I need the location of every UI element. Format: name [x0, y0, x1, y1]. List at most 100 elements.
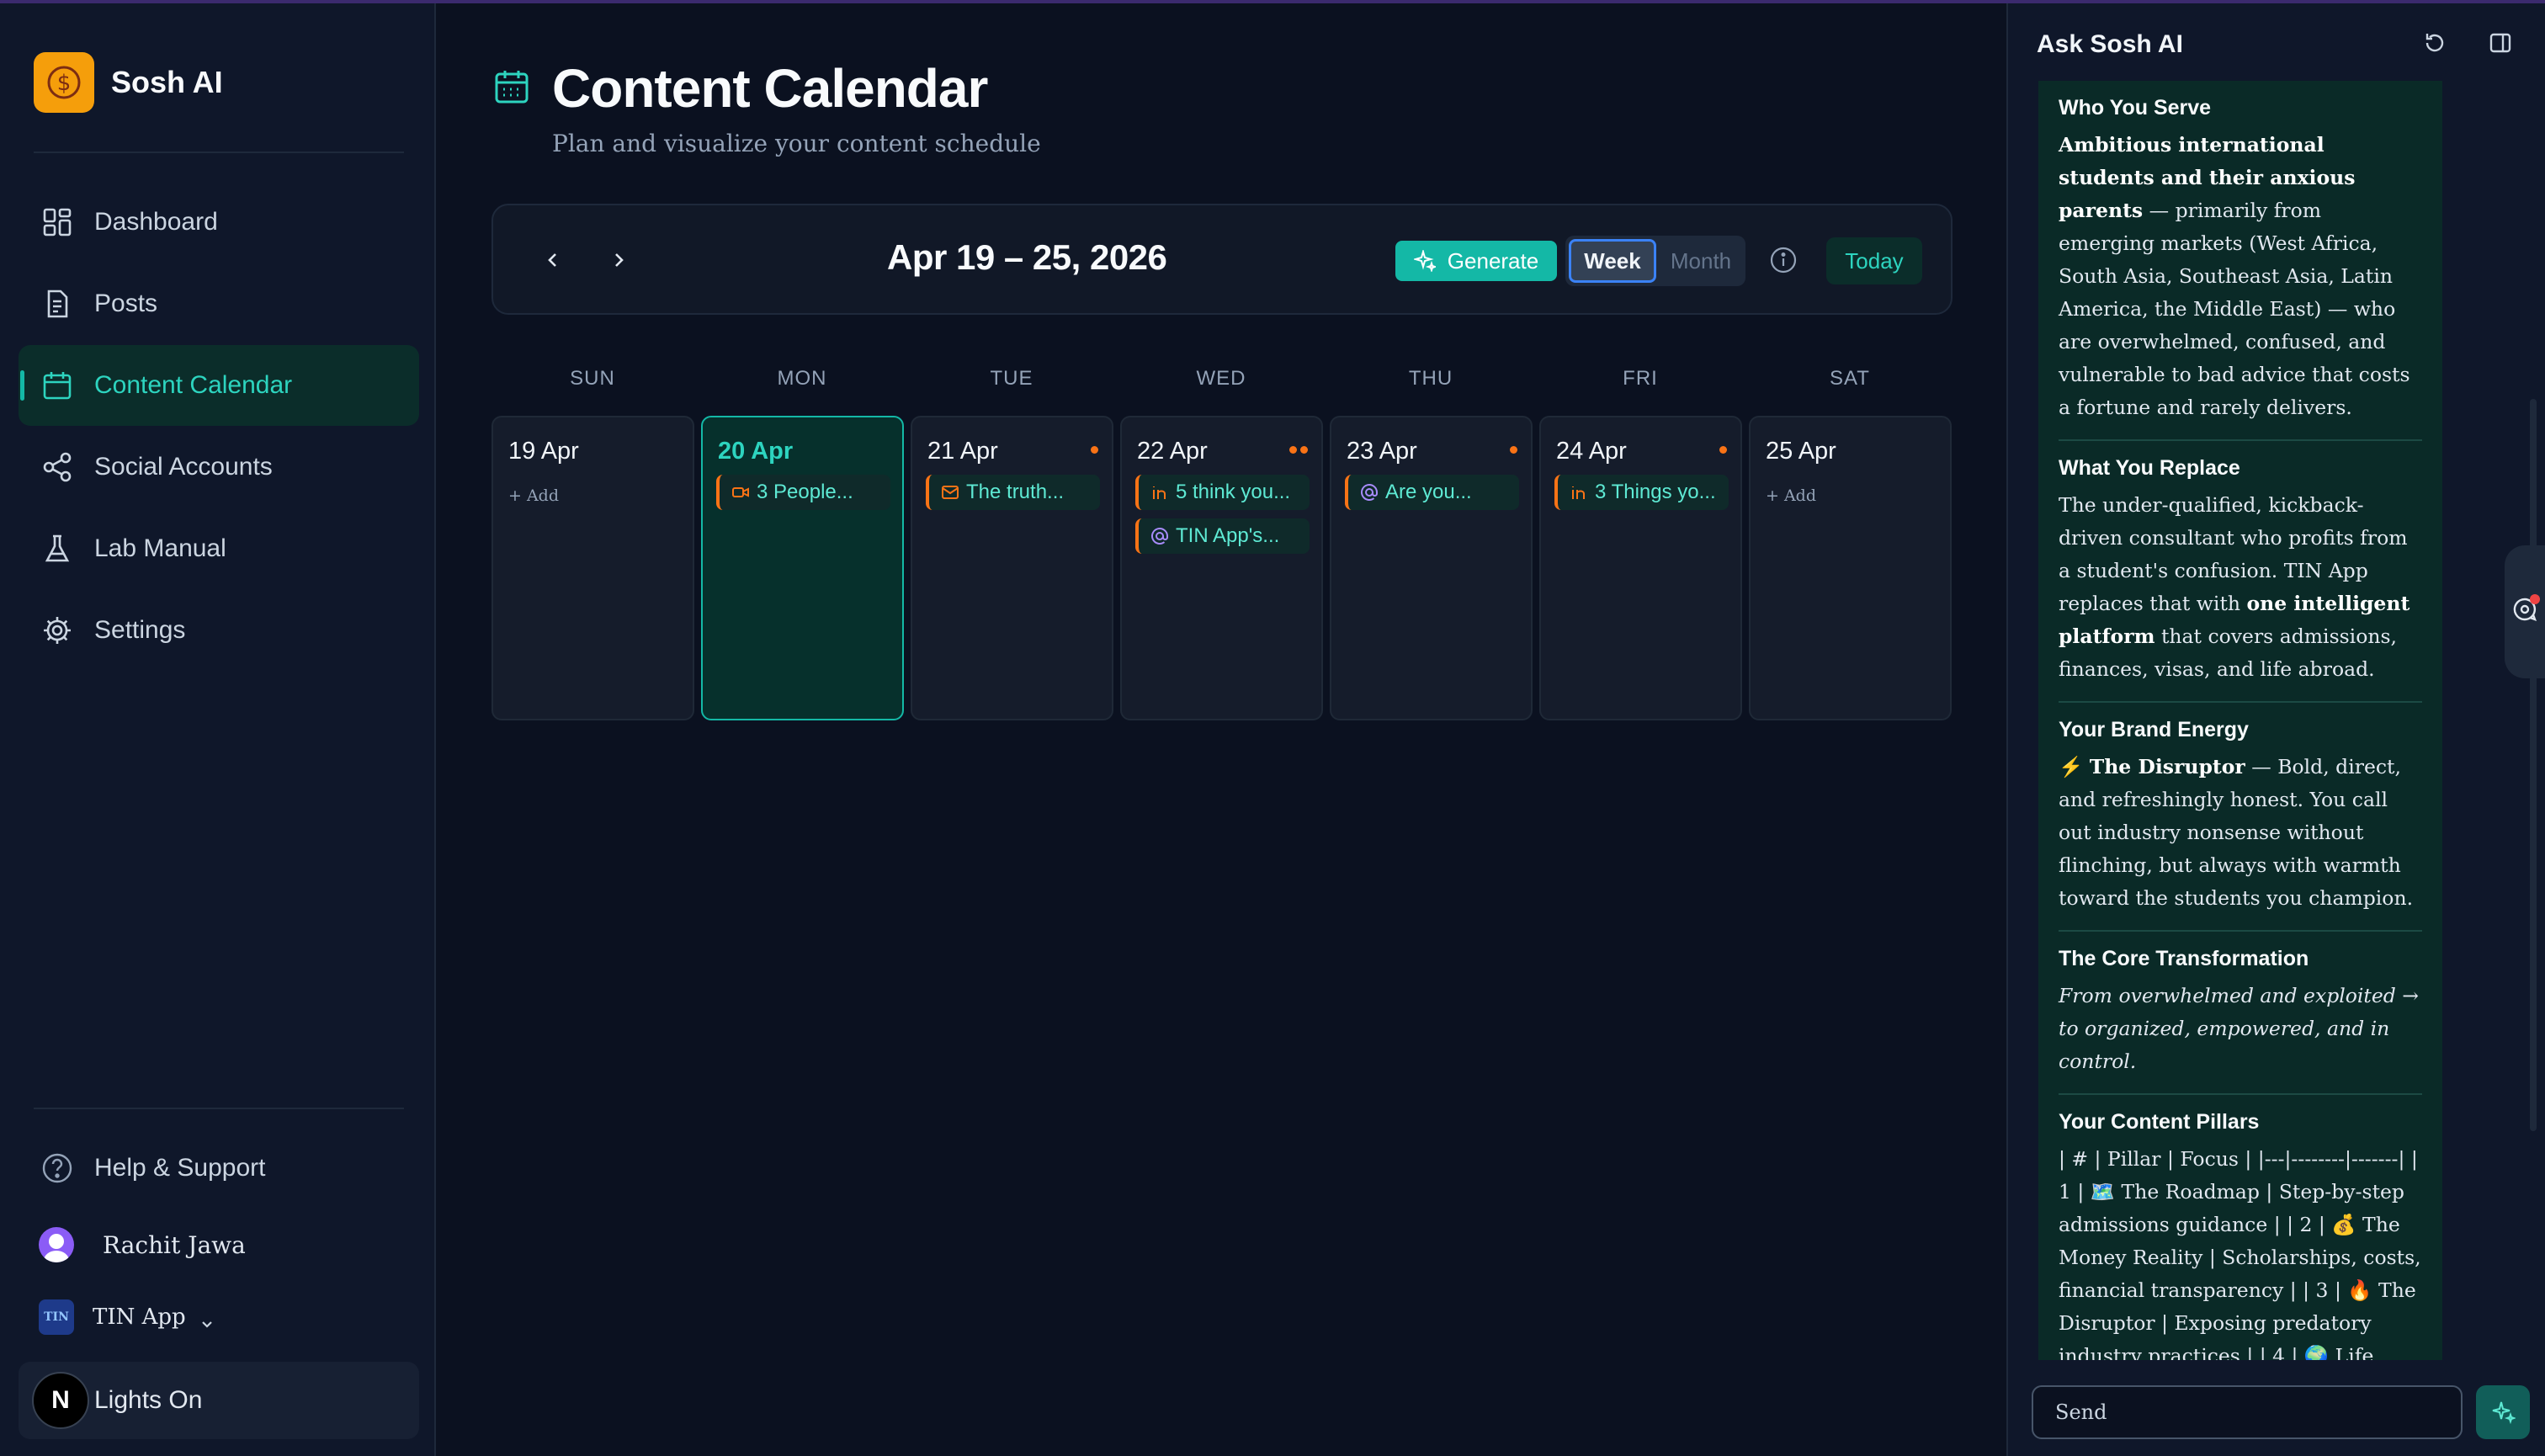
post-indicator-dots — [1289, 446, 1308, 454]
share-icon — [40, 450, 74, 484]
section-body: | # | Pillar | Focus | |---|--------|---… — [2059, 1147, 2421, 1360]
help-support-link[interactable]: Help & Support — [19, 1128, 419, 1209]
view-toggle: Week Month — [1565, 236, 1745, 286]
event-title: The truth... — [966, 481, 1065, 503]
day-cell-mon[interactable]: 20 Apr 3 People... — [701, 416, 904, 720]
feedback-tab[interactable] — [2505, 545, 2545, 678]
message-section: Your Content Pillars | # | Pillar | Focu… — [2059, 1095, 2422, 1360]
calendar-toolbar: Apr 19 – 25, 2026 Generate Week Month To… — [491, 204, 1953, 315]
assistant-title: Ask Sosh AI — [2037, 30, 2183, 58]
day-date: 24 Apr — [1556, 438, 1627, 465]
week-view-button[interactable]: Week — [1569, 239, 1656, 283]
day-date: 22 Apr — [1137, 438, 1208, 465]
scrollbar-thumb[interactable] — [2530, 399, 2537, 1131]
generate-button[interactable]: Generate — [1395, 241, 1557, 281]
sidebar-footer: Help & Support Rachit Jawa TIN TIN App N… — [19, 1128, 419, 1439]
calendar-event[interactable]: The truth... — [926, 475, 1100, 510]
message-section: Your Brand Energy ⚡ The Disruptor — Bold… — [2059, 703, 2422, 932]
panel-collapse-icon[interactable] — [2488, 30, 2516, 59]
weekday-label: SUN — [570, 367, 615, 390]
assistant-panel: Ask Sosh AI Who You Serve Ambitious inte… — [2006, 3, 2545, 1456]
calendar-event[interactable]: 5 think you... — [1135, 475, 1310, 510]
notification-dot — [2530, 594, 2540, 604]
n-badge-icon: N — [32, 1372, 89, 1429]
section-heading: The Core Transformation — [2059, 947, 2309, 970]
page-title: Content Calendar — [552, 58, 988, 119]
send-button[interactable] — [2476, 1385, 2530, 1439]
refresh-icon[interactable] — [2422, 30, 2451, 59]
calendar-icon — [40, 369, 74, 402]
sidebar-item-label: Posts — [94, 290, 158, 317]
send-input[interactable]: Send — [2032, 1385, 2463, 1439]
sidebar-item-label: Social Accounts — [94, 453, 273, 481]
sidebar-item-label: Content Calendar — [94, 371, 293, 399]
message-section: What You Replace The under-qualified, ki… — [2059, 441, 2422, 703]
main-content: Content Calendar Plan and visualize your… — [438, 3, 2006, 1456]
sidebar-item-social-accounts[interactable]: Social Accounts — [19, 427, 419, 507]
svg-text:$: $ — [57, 71, 72, 96]
event-title: Are you... — [1385, 481, 1472, 503]
add-post-link[interactable]: + Add — [508, 486, 559, 505]
add-post-link[interactable]: + Add — [1766, 486, 1816, 505]
calendar-event[interactable]: TIN App's... — [1135, 518, 1310, 554]
sidebar-item-dashboard[interactable]: Dashboard — [19, 182, 419, 263]
video-icon — [731, 483, 750, 502]
weekday-label: FRI — [1623, 367, 1658, 390]
sidebar-item-content-calendar[interactable]: Content Calendar — [19, 345, 419, 426]
section-heading: What You Replace — [2059, 456, 2240, 480]
event-title: 3 Things yo... — [1595, 481, 1716, 503]
calendar-event[interactable]: Are you... — [1345, 475, 1519, 510]
sidebar-item-posts[interactable]: Posts — [19, 263, 419, 344]
day-cell-tue[interactable]: 21 Apr The truth... — [911, 416, 1113, 720]
help-circle-icon — [40, 1151, 74, 1185]
user-profile[interactable]: Rachit Jawa — [19, 1209, 419, 1281]
day-date: 21 Apr — [927, 438, 998, 465]
sidebar-item-settings[interactable]: Settings — [19, 590, 419, 671]
chevron-down-icon — [201, 1311, 213, 1328]
day-cell-thu[interactable]: 23 Apr Are you... — [1330, 416, 1533, 720]
message-section: Who You Serve Ambitious international st… — [2059, 81, 2422, 441]
org-switcher[interactable]: TIN TIN App — [19, 1281, 419, 1353]
mail-icon — [941, 483, 959, 502]
sidebar-item-lab-manual[interactable]: Lab Manual — [19, 508, 419, 589]
help-label: Help & Support — [94, 1154, 266, 1182]
sidebar-item-label: Settings — [94, 616, 186, 644]
day-cell-fri[interactable]: 24 Apr 3 Things yo... — [1539, 416, 1742, 720]
prev-week-button[interactable] — [532, 239, 574, 281]
sidebar-item-label: Dashboard — [94, 208, 218, 236]
theme-toggle[interactable]: N Lights On — [19, 1362, 419, 1439]
weekday-header: SUN MON TUE WED THU FRI SAT — [491, 367, 1953, 397]
chevron-right-icon — [615, 253, 624, 267]
calendar-event[interactable]: 3 Things yo... — [1554, 475, 1729, 510]
sidebar: $ Sosh AI Dashboard Posts Content Calend… — [0, 3, 436, 1456]
calendar-icon — [493, 68, 530, 109]
sparkle-icon — [2492, 1401, 2516, 1425]
today-button[interactable]: Today — [1826, 237, 1922, 284]
info-icon[interactable] — [1769, 246, 1798, 274]
at-icon — [1360, 483, 1379, 502]
theme-label: Lights On — [94, 1386, 203, 1414]
calendar-event[interactable]: 3 People... — [716, 475, 890, 510]
at-icon — [1150, 527, 1169, 545]
section-body: ⚡ The Disruptor — Bold, direct, and refr… — [2059, 755, 2414, 910]
sosh-logo-icon: $ — [34, 52, 94, 113]
panel-scrollbar[interactable] — [2530, 81, 2537, 1360]
sidebar-divider — [34, 151, 404, 153]
chevron-left-icon — [548, 253, 556, 267]
section-body: Ambitious international students and the… — [2059, 133, 2410, 419]
brand[interactable]: $ Sosh AI — [34, 52, 223, 113]
document-icon — [40, 287, 74, 321]
next-week-button[interactable] — [598, 239, 640, 281]
day-cell-wed[interactable]: 22 Apr 5 think you... TIN App's... — [1120, 416, 1323, 720]
section-body: From overwhelmed and exploited → to orga… — [2059, 984, 2419, 1073]
month-view-button[interactable]: Month — [1660, 239, 1742, 283]
day-cell-sun[interactable]: 19 Apr + Add — [491, 416, 694, 720]
day-date: 20 Apr — [718, 438, 794, 465]
assistant-message: Who You Serve Ambitious international st… — [2038, 81, 2442, 1360]
post-indicator-dots — [1091, 446, 1098, 454]
day-cell-sat[interactable]: 25 Apr + Add — [1749, 416, 1952, 720]
linkedin-icon — [1150, 483, 1169, 502]
org-logo: TIN — [39, 1299, 74, 1335]
post-indicator-dots — [1719, 446, 1727, 454]
brand-name: Sosh AI — [111, 65, 223, 99]
